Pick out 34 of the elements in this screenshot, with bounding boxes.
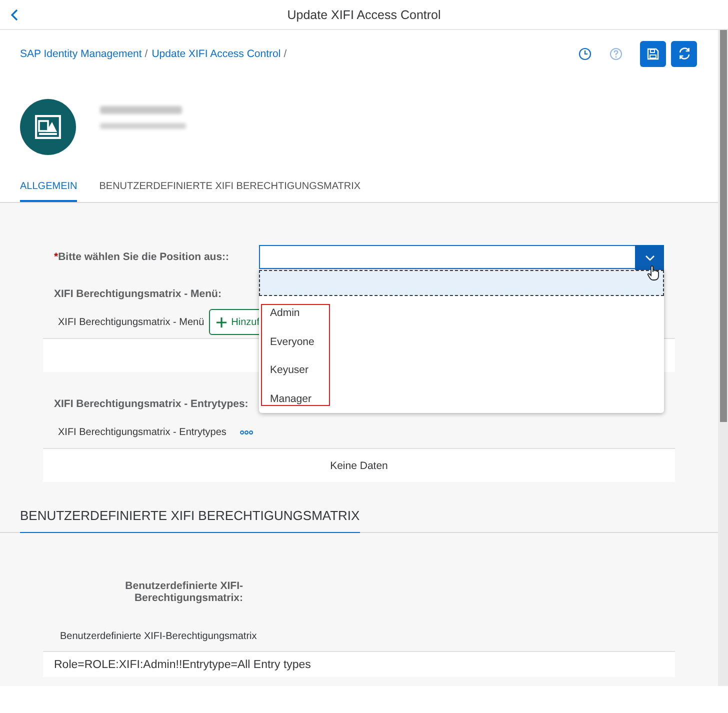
save-icon xyxy=(647,48,659,60)
tab[interactable]: ALLGEMEIN xyxy=(20,177,78,202)
chevron-down-icon xyxy=(644,255,654,261)
no-data-text: Keine Daten xyxy=(330,460,388,472)
dropdown-button[interactable] xyxy=(635,245,664,271)
breadcrumb-link[interactable]: SAP Identity Management xyxy=(20,48,142,60)
scrollbar-thumb[interactable] xyxy=(720,30,727,422)
dropdown-option[interactable]: Keyuser xyxy=(270,359,664,388)
image-icon xyxy=(35,115,61,139)
tab[interactable]: BENUTZERDEFINIERTE XIFI BERECHTIGUNGSMATRIX xyxy=(99,177,361,202)
field-label: *Bitte wählen Sie die Position aus:: xyxy=(53,251,230,263)
section-title: XIFI Berechtigungsmatrix - Entrytypes: xyxy=(54,398,248,410)
refresh-icon xyxy=(678,47,690,60)
dropdown-option[interactable]: Everyone xyxy=(270,330,664,359)
refresh-button[interactable] xyxy=(671,40,697,66)
plus-icon xyxy=(216,316,228,328)
section-heading: BENUTZERDEFINIERTE XIFI BERECHTIGUNGSMATRIX xyxy=(20,508,360,533)
breadcrumb-separator: / xyxy=(144,48,148,60)
back-icon[interactable] xyxy=(11,9,19,21)
field-label: Benutzerdefinierte XIFI-Berechtigungsmatrix: xyxy=(124,580,243,604)
row-label: XIFI Berechtigungsmatrix - Menü xyxy=(58,316,204,328)
focused-option[interactable] xyxy=(259,270,664,296)
row-label: Benutzerdefinierte XIFI-Berechtigungsmatrix xyxy=(59,630,258,642)
more-icon[interactable] xyxy=(240,430,254,434)
section-title: XIFI Berechtigungsmatrix - Menü: xyxy=(54,288,222,300)
clock-icon[interactable] xyxy=(578,46,592,60)
breadcrumb-link[interactable]: Update XIFI Access Control xyxy=(152,48,281,60)
table-row[interactable]: Role=ROLE:XIFI:Admin!!Entrytype=All Entry types xyxy=(43,652,675,677)
page-title: Update XIFI Access Control xyxy=(287,8,441,22)
breadcrumb-separator: / xyxy=(284,48,287,60)
save-button[interactable] xyxy=(640,40,666,66)
dropdown-option[interactable]: Admin xyxy=(270,302,664,330)
hand-cursor-icon xyxy=(647,265,659,281)
row-label: XIFI Berechtigungsmatrix - Entrytypes xyxy=(58,426,226,438)
